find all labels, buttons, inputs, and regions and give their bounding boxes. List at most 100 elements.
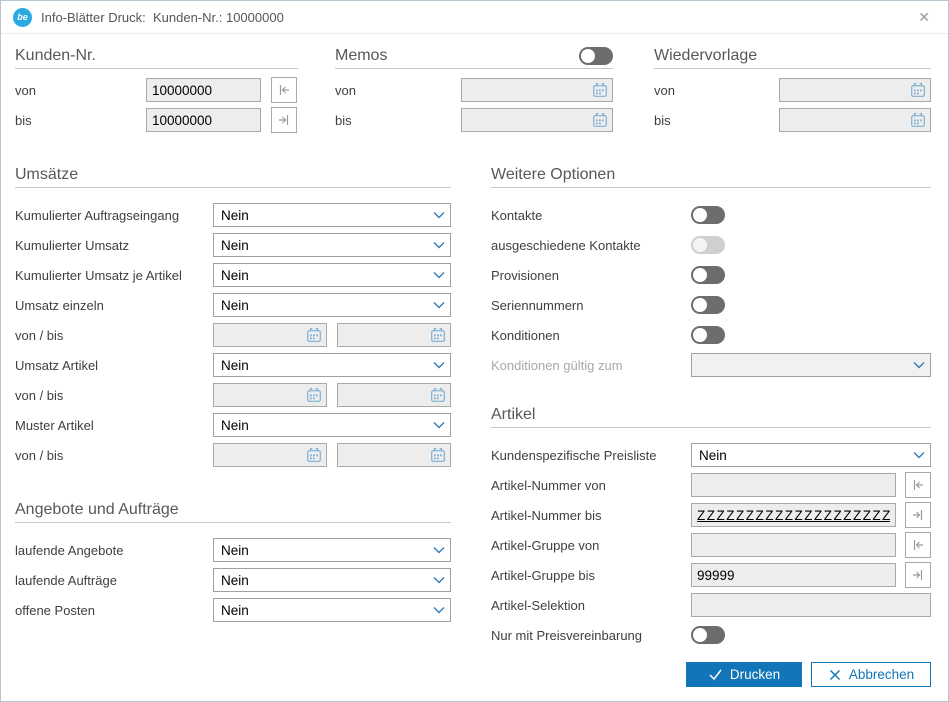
abbrechen-button[interactable]: Abbrechen bbox=[811, 662, 931, 687]
konditionen-gueltig-zum-select bbox=[691, 353, 931, 377]
umsatz-einzeln-select[interactable]: Nein bbox=[213, 293, 451, 317]
row-label: offene Posten bbox=[15, 603, 213, 618]
section-kunden-nr: Kunden-Nr. von bis bbox=[15, 47, 298, 138]
row-label: von / bis bbox=[15, 448, 213, 463]
row-label: Nur mit Preisvereinbarung bbox=[491, 628, 691, 643]
nur-mit-preisvereinbarung-toggle[interactable] bbox=[691, 626, 725, 644]
kunden-nr-von-input[interactable] bbox=[146, 78, 261, 102]
chevron-down-icon bbox=[432, 573, 446, 587]
memos-bis-date-input[interactable] bbox=[461, 108, 613, 132]
umsaetze-row: Kumulierter Umsatz je Artikel Nein bbox=[15, 263, 451, 287]
row-label: Kontakte bbox=[491, 208, 691, 223]
arrow-to-end-icon[interactable] bbox=[271, 107, 297, 133]
bis-label: bis bbox=[15, 113, 146, 128]
umsaetze-vonbis-row: von / bis bbox=[15, 323, 451, 347]
provisionen-toggle[interactable] bbox=[691, 266, 725, 284]
kumulierter-umsatz-je-artikel-select[interactable]: Nein bbox=[213, 263, 451, 287]
cancel-x-icon bbox=[828, 668, 842, 682]
artikel-nummer-bis-input[interactable] bbox=[691, 503, 896, 527]
angebote-row: laufende Aufträge Nein bbox=[15, 568, 451, 592]
wiedervorlage-bis-row: bis bbox=[654, 108, 931, 132]
wiedervorlage-von-date-input[interactable] bbox=[779, 78, 931, 102]
kundenspezifische-preisliste-select[interactable]: Nein bbox=[691, 443, 931, 467]
wiedervorlage-bis-date-input[interactable] bbox=[779, 108, 931, 132]
umsaetze-vonbis-row: von / bis bbox=[15, 383, 451, 407]
artikel-nummer-von-input[interactable] bbox=[691, 473, 896, 497]
section-memos: Memos von bis bbox=[335, 47, 613, 138]
kumulierter-auftragseingang-select[interactable]: Nein bbox=[213, 203, 451, 227]
ausgeschiedene-kontakte-toggle bbox=[691, 236, 725, 254]
artikel-selektion-input[interactable] bbox=[691, 593, 931, 617]
option-row: Provisionen bbox=[491, 263, 931, 287]
close-icon[interactable]: ✕ bbox=[912, 7, 936, 28]
selected-value: Nein bbox=[221, 268, 432, 283]
titlebar: be Info-Blätter Druck: Kunden-Nr.: 10000… bbox=[1, 1, 948, 34]
option-row: Kontakte bbox=[491, 203, 931, 227]
section-wiedervorlage: Wiedervorlage von bis bbox=[654, 47, 931, 138]
laufende-auftraege-select[interactable]: Nein bbox=[213, 568, 451, 592]
option-row: Konditionen bbox=[491, 323, 931, 347]
von-label: von bbox=[335, 83, 461, 98]
calendar-icon bbox=[306, 447, 322, 463]
preisliste-row: Kundenspezifische Preisliste Nein bbox=[491, 443, 931, 467]
row-label: Konditionen bbox=[491, 328, 691, 343]
section-title: Umsätze bbox=[15, 166, 451, 188]
section-artikel: Artikel Kundenspezifische Preisliste Nei… bbox=[491, 406, 931, 653]
muster-artikel-bis-date-input[interactable] bbox=[337, 443, 451, 467]
drucken-button[interactable]: Drucken bbox=[686, 662, 802, 687]
section-title-text: Weitere Optionen bbox=[491, 166, 615, 184]
section-weitere-optionen: Weitere Optionen Kontakte ausgeschiedene… bbox=[491, 166, 931, 383]
arrow-to-end-icon[interactable] bbox=[905, 562, 931, 588]
row-label: laufende Angebote bbox=[15, 543, 213, 558]
umsatz-einzeln-von-date-input[interactable] bbox=[213, 323, 327, 347]
row-label: Umsatz Artikel bbox=[15, 358, 213, 373]
konditionen-toggle[interactable] bbox=[691, 326, 725, 344]
row-label: Muster Artikel bbox=[15, 418, 213, 433]
memos-toggle[interactable] bbox=[579, 47, 613, 65]
row-label: Kundenspezifische Preisliste bbox=[491, 448, 691, 463]
section-title: Artikel bbox=[491, 406, 931, 428]
selected-value: Nein bbox=[221, 603, 432, 618]
umsatz-artikel-select[interactable]: Nein bbox=[213, 353, 451, 377]
section-title-text: Memos bbox=[335, 47, 387, 65]
row-label: Seriennummern bbox=[491, 298, 691, 313]
row-label: von / bis bbox=[15, 328, 213, 343]
row-label: Kumulierter Auftragseingang bbox=[15, 208, 213, 223]
arrow-to-start-icon[interactable] bbox=[271, 77, 297, 103]
section-title: Memos bbox=[335, 47, 613, 69]
section-title: Kunden-Nr. bbox=[15, 47, 298, 69]
row-label: Artikel-Selektion bbox=[491, 598, 691, 613]
row-label: Artikel-Gruppe bis bbox=[491, 568, 691, 583]
preisvereinbarung-row: Nur mit Preisvereinbarung bbox=[491, 623, 931, 647]
chevron-down-icon bbox=[912, 448, 926, 462]
umsaetze-row: Umsatz Artikel Nein bbox=[15, 353, 451, 377]
selected-value: Nein bbox=[221, 298, 432, 313]
kunden-nr-bis-input[interactable] bbox=[146, 108, 261, 132]
muster-artikel-von-date-input[interactable] bbox=[213, 443, 327, 467]
arrow-to-start-icon[interactable] bbox=[905, 472, 931, 498]
calendar-icon bbox=[430, 327, 446, 343]
arrow-to-end-icon[interactable] bbox=[905, 502, 931, 528]
umsatz-artikel-von-date-input[interactable] bbox=[213, 383, 327, 407]
muster-artikel-select[interactable]: Nein bbox=[213, 413, 451, 437]
chevron-down-icon bbox=[432, 543, 446, 557]
memos-von-date-input[interactable] bbox=[461, 78, 613, 102]
row-label: Kumulierter Umsatz bbox=[15, 238, 213, 253]
umsatz-artikel-bis-date-input[interactable] bbox=[337, 383, 451, 407]
option-row: Seriennummern bbox=[491, 293, 931, 317]
selected-value: Nein bbox=[221, 238, 432, 253]
artikel-gruppe-bis-input[interactable] bbox=[691, 563, 896, 587]
kumulierter-umsatz-select[interactable]: Nein bbox=[213, 233, 451, 257]
memos-bis-row: bis bbox=[335, 108, 613, 132]
seriennummern-toggle[interactable] bbox=[691, 296, 725, 314]
section-title: Angebote und Aufträge bbox=[15, 501, 451, 523]
artikel-gruppe-von-input[interactable] bbox=[691, 533, 896, 557]
offene-posten-select[interactable]: Nein bbox=[213, 598, 451, 622]
row-label: Artikel-Nummer bis bbox=[491, 508, 691, 523]
umsaetze-row: Kumulierter Auftragseingang Nein bbox=[15, 203, 451, 227]
umsatz-einzeln-bis-date-input[interactable] bbox=[337, 323, 451, 347]
kontakte-toggle[interactable] bbox=[691, 206, 725, 224]
laufende-angebote-select[interactable]: Nein bbox=[213, 538, 451, 562]
arrow-to-start-icon[interactable] bbox=[905, 532, 931, 558]
drucken-label: Drucken bbox=[730, 667, 780, 682]
